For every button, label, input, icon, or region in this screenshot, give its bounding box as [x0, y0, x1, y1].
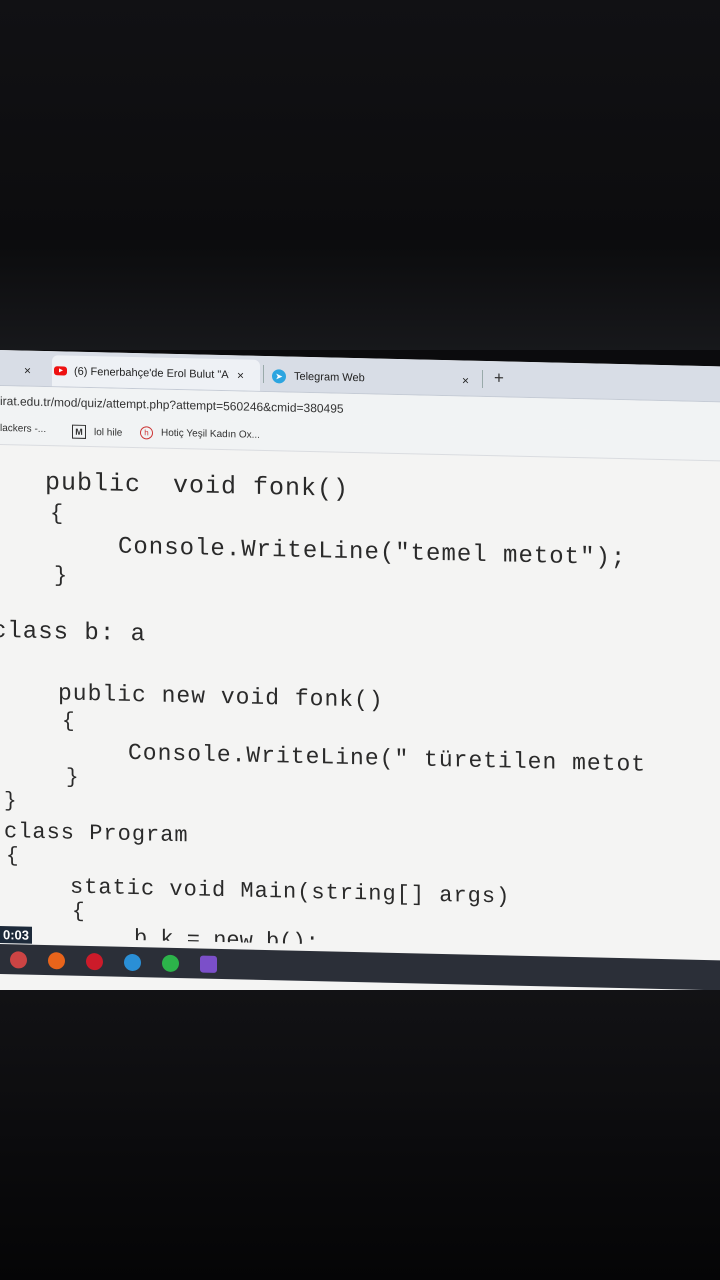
code-line: public void fonk() — [45, 468, 350, 504]
bookmark-label: lackers -... — [0, 423, 47, 436]
code-line: static void Main(string[] args) — [70, 874, 511, 910]
tab-divider — [263, 364, 264, 383]
code-line: { — [50, 501, 64, 527]
code-line: } — [54, 563, 68, 589]
code-line: Console.WriteLine("temel metot"); — [118, 533, 627, 573]
close-icon[interactable]: × — [462, 373, 469, 387]
opera-icon[interactable] — [86, 952, 103, 971]
bookmark-label: Hotiç Yeşil Kadın Ox... — [161, 427, 260, 441]
bookmark-item[interactable]: M lol hile — [72, 424, 123, 440]
tab-label: (6) Fenerbahçe'de Erol Bulut "At — [74, 365, 229, 381]
bookmark-label: lol hile — [94, 426, 123, 439]
close-icon[interactable]: × — [237, 368, 244, 382]
bookmark-h-icon: h — [140, 426, 153, 440]
code-line: { — [62, 710, 75, 734]
laptop-screen: × (6) Fenerbahçe'de Erol Bulut "At × ➤ T… — [0, 350, 720, 1007]
code-line: b k = new b(); — [134, 926, 319, 945]
code-line: public new void fonk() — [58, 680, 384, 714]
visual-studio-icon[interactable] — [200, 955, 217, 973]
chrome-icon[interactable] — [10, 951, 27, 969]
background-dark-top — [0, 0, 720, 350]
bookmark-m-icon: M — [72, 424, 86, 439]
code-line: } — [66, 766, 79, 790]
timer-badge: 0:03 — [0, 926, 33, 944]
edge-icon[interactable] — [124, 953, 141, 972]
code-line: Console.WriteLine(" türetilen metot — [128, 739, 647, 778]
code-block: public void fonk() { Console.WriteLine("… — [0, 445, 720, 1006]
bookmark-item[interactable]: lackers -... — [0, 423, 46, 435]
code-line: class b: a — [0, 617, 147, 649]
close-icon[interactable]: × — [24, 363, 31, 377]
code-line: class Program — [4, 819, 189, 849]
bookmark-item[interactable]: h Hotiç Yeşil Kadın Ox... — [140, 426, 260, 442]
spotify-icon[interactable] — [162, 954, 179, 973]
code-line: } — [4, 790, 17, 814]
background-dark-bottom — [0, 990, 720, 1280]
tab-telegram[interactable]: ➤ Telegram Web × — [268, 360, 478, 396]
tab-label: Telegram Web — [294, 370, 365, 384]
youtube-icon — [54, 366, 67, 376]
tab-youtube[interactable]: (6) Fenerbahçe'de Erol Bulut "At × — [52, 355, 260, 391]
new-tab-button[interactable]: + — [494, 368, 504, 388]
code-line: { — [6, 845, 19, 869]
firefox-icon[interactable] — [48, 952, 65, 970]
tab-previous[interactable]: × — [0, 354, 45, 386]
tab-divider — [482, 369, 483, 388]
code-line: { — [72, 900, 85, 924]
telegram-icon: ➤ — [272, 368, 286, 383]
